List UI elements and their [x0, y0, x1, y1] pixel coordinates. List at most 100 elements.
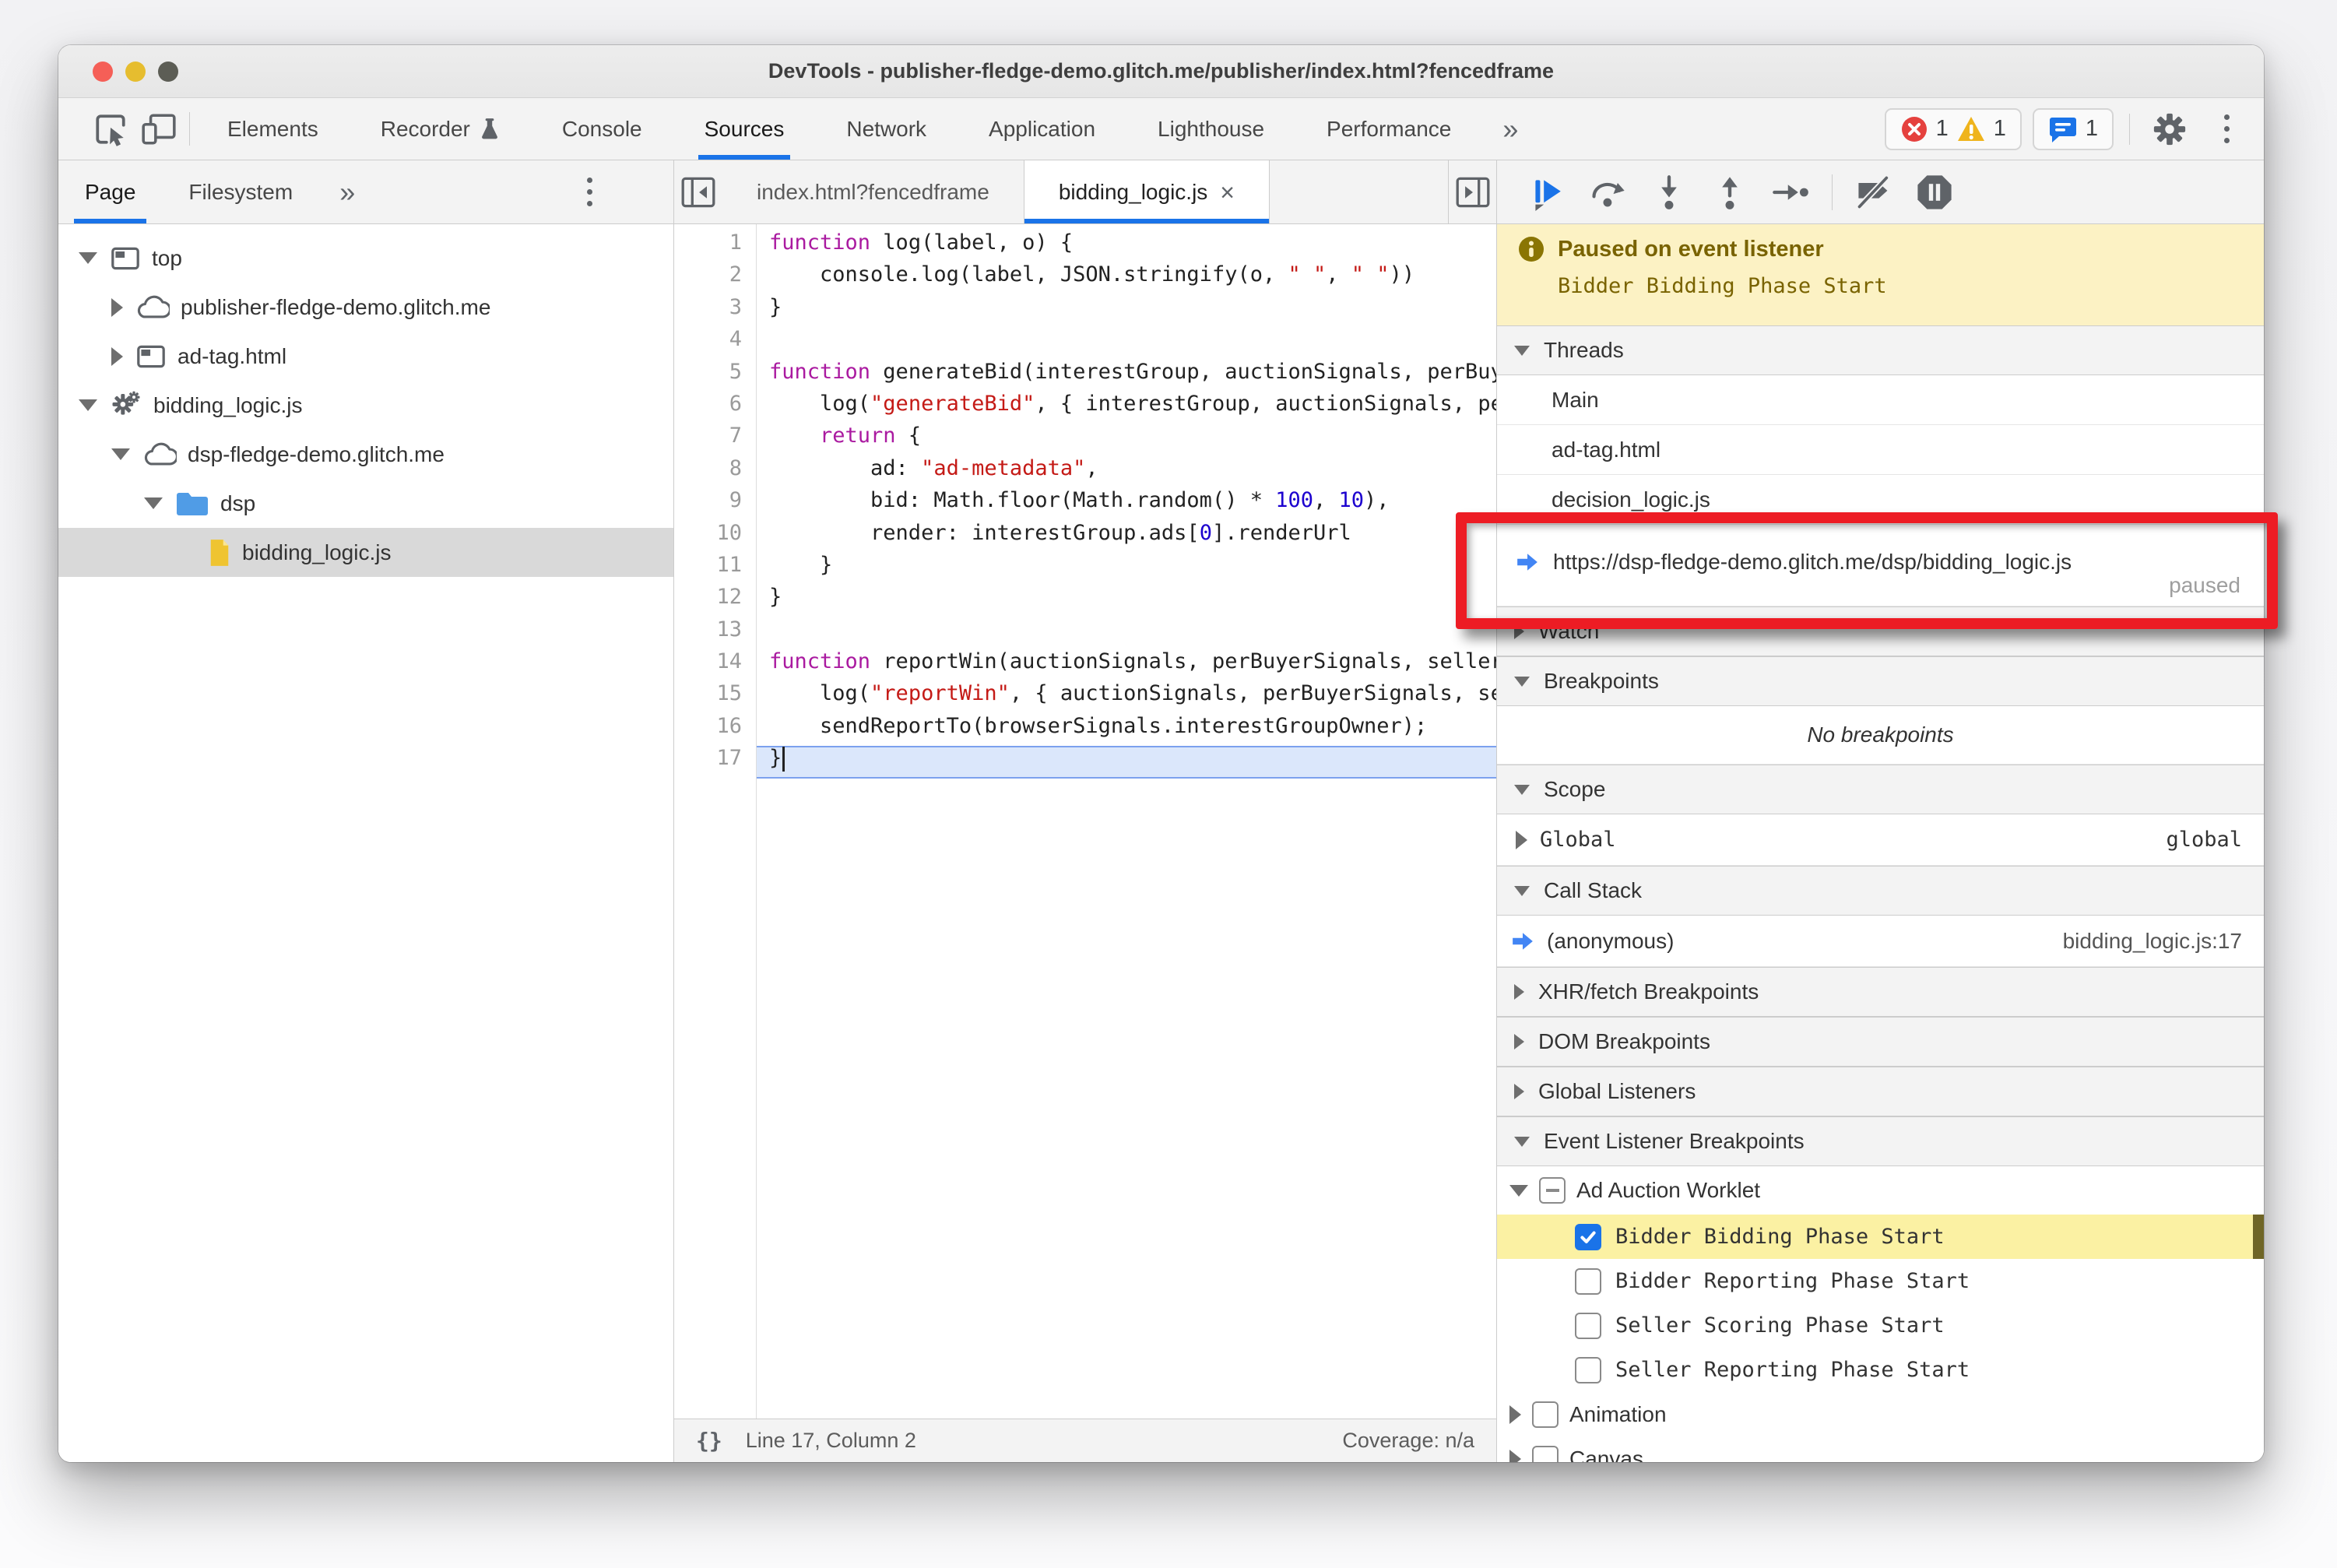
pretty-print-button[interactable]: {}: [696, 1428, 722, 1454]
checkbox-unchecked[interactable]: [1575, 1356, 1601, 1383]
code-line[interactable]: return {: [757, 424, 1496, 455]
tab-page[interactable]: Page: [58, 160, 162, 223]
code-line[interactable]: function log(label, o) {: [757, 230, 1496, 262]
zoom-window-button[interactable]: [158, 62, 178, 82]
tab-application[interactable]: Application: [958, 98, 1126, 160]
section-header-breakpoints[interactable]: Breakpoints: [1497, 656, 2264, 706]
section-header-call-stack[interactable]: Call Stack: [1497, 866, 2264, 916]
show-debugger-sidebar-button[interactable]: [1448, 160, 1496, 223]
chevron-down-icon[interactable]: [111, 448, 130, 460]
code-line[interactable]: }: [757, 295, 1496, 327]
deactivate-breakpoints-button[interactable]: [1845, 163, 1903, 221]
section-header-global-listeners[interactable]: Global Listeners: [1497, 1067, 2264, 1116]
section-header-dom-breakpoints[interactable]: DOM Breakpoints: [1497, 1017, 2264, 1067]
tree-item-ad-tag-html[interactable]: ad-tag.html: [58, 332, 673, 381]
section-header-watch[interactable]: Watch: [1497, 606, 2264, 656]
elb-item[interactable]: Seller Scoring Phase Start: [1497, 1303, 2264, 1348]
gear-icon: [2153, 113, 2186, 145]
tree-item-dsp-fledge-demo-glitch-me[interactable]: dsp-fledge-demo.glitch.me: [58, 430, 673, 479]
step-over-button[interactable]: [1580, 163, 1637, 221]
elb-item[interactable]: Bidder Bidding Phase Start: [1497, 1215, 2264, 1259]
code-line[interactable]: sendReportTo(browserSignals.interestGrou…: [757, 714, 1496, 746]
tree-item-bidding-logic-js[interactable]: bidding_logic.js: [58, 528, 673, 577]
chevron-down-icon[interactable]: [1509, 1184, 1528, 1197]
scope-global-row[interactable]: Global global: [1497, 814, 2264, 866]
chevron-down-icon[interactable]: [79, 252, 97, 264]
editor-tab-bidding-logic-js[interactable]: bidding_logic.js ×: [1023, 160, 1270, 223]
checkbox-unchecked[interactable]: [1532, 1401, 1559, 1428]
code-line[interactable]: log("reportWin", { auctionSignals, perBu…: [757, 681, 1496, 713]
tab-performance[interactable]: Performance: [1295, 98, 1482, 160]
elb-item[interactable]: Seller Reporting Phase Start: [1497, 1348, 2264, 1392]
resume-button[interactable]: [1519, 163, 1576, 221]
thread-item-paused[interactable]: https://dsp-fledge-demo.glitch.me/dsp/bi…: [1497, 525, 2264, 606]
elb-category-canvas[interactable]: Canvas: [1497, 1436, 2264, 1462]
tree-item-top[interactable]: top: [58, 234, 673, 283]
paused-execution-line[interactable]: }: [757, 746, 1496, 779]
code-line[interactable]: render: interestGroup.ads[0].renderUrl: [757, 521, 1496, 553]
settings-button[interactable]: [2145, 111, 2194, 147]
issues-badge[interactable]: 1 1: [1884, 107, 2022, 150]
elb-item[interactable]: Bidder Reporting Phase Start: [1497, 1259, 2264, 1303]
chevron-down-icon[interactable]: [144, 497, 163, 509]
checkbox-unchecked[interactable]: [1575, 1312, 1601, 1339]
editor-tab-index-html-fencedframe[interactable]: index.html?fencedframe: [722, 160, 1024, 223]
chevron-right-icon[interactable]: [1516, 830, 1527, 849]
code-line[interactable]: function generateBid(interestGroup, auct…: [757, 360, 1496, 392]
call-stack-frame[interactable]: (anonymous) bidding_logic.js:17: [1497, 916, 2264, 967]
tab-elements[interactable]: Elements: [196, 98, 350, 160]
tree-item-dsp[interactable]: dsp: [58, 479, 673, 528]
elb-group-ad-auction-worklet[interactable]: Ad Auction Worklet: [1497, 1166, 2264, 1215]
code-line[interactable]: [757, 327, 1496, 359]
tree-item-publisher-fledge-demo-glitch-me[interactable]: publisher-fledge-demo.glitch.me: [58, 283, 673, 332]
section-header-xhr-fetch-breakpoints[interactable]: XHR/fetch Breakpoints: [1497, 967, 2264, 1017]
more-navigator-tabs-button[interactable]: »: [319, 160, 375, 223]
code-line[interactable]: function reportWin(auctionSignals, perBu…: [757, 649, 1496, 681]
chevron-right-icon[interactable]: [1509, 1405, 1521, 1424]
tab-recorder[interactable]: Recorder: [350, 98, 531, 160]
chevron-right-icon[interactable]: [111, 346, 123, 366]
checkbox-indeterminate[interactable]: [1539, 1177, 1566, 1204]
thread-item[interactable]: Main: [1497, 375, 2264, 425]
checkbox-checked[interactable]: [1575, 1223, 1601, 1250]
section-header-event-listener-breakpoints[interactable]: Event Listener Breakpoints: [1497, 1116, 2264, 1166]
tab-sources[interactable]: Sources: [673, 98, 816, 160]
chevron-right-icon[interactable]: [111, 297, 123, 317]
code-line[interactable]: ad: "ad-metadata",: [757, 456, 1496, 488]
inspect-element-button[interactable]: [86, 98, 135, 160]
minimize-window-button[interactable]: [125, 62, 146, 82]
checkbox-unchecked[interactable]: [1575, 1267, 1601, 1295]
tab-network[interactable]: Network: [815, 98, 958, 160]
messages-badge[interactable]: 1: [2032, 107, 2114, 150]
code-line[interactable]: console.log(label, JSON.stringify(o, " "…: [757, 262, 1496, 294]
step-out-button[interactable]: [1701, 163, 1759, 221]
code-editor[interactable]: 1 2 3 4 5 6 7 8 9 10 11 12 13 14 15 16 17 function log(l…: [674, 224, 1496, 1419]
hide-navigator-button[interactable]: [674, 160, 722, 223]
thread-item[interactable]: decision_logic.js: [1497, 475, 2264, 525]
pause-on-exceptions-button[interactable]: [1906, 163, 1963, 221]
code-line[interactable]: bid: Math.floor(Math.random() * 100, 10)…: [757, 488, 1496, 520]
step-button[interactable]: [1762, 163, 1819, 221]
code-line[interactable]: log("generateBid", { interestGroup, auct…: [757, 392, 1496, 424]
elb-category-animation[interactable]: Animation: [1497, 1392, 2264, 1436]
tree-item-bidding-logic-js[interactable]: bidding_logic.js: [58, 381, 673, 430]
section-header-threads[interactable]: Threads: [1497, 325, 2264, 375]
code-line[interactable]: }: [757, 553, 1496, 585]
navigator-menu-button[interactable]: [568, 160, 611, 223]
section-header-scope[interactable]: Scope: [1497, 765, 2264, 814]
more-panels-button[interactable]: »: [1482, 98, 1538, 160]
tab-filesystem[interactable]: Filesystem: [162, 160, 319, 223]
device-toolbar-button[interactable]: [135, 98, 183, 160]
chevron-down-icon[interactable]: [79, 399, 97, 411]
main-menu-button[interactable]: [2205, 114, 2248, 143]
thread-item[interactable]: ad-tag.html: [1497, 425, 2264, 475]
code-line[interactable]: [757, 617, 1496, 649]
close-tab-icon[interactable]: ×: [1220, 180, 1235, 205]
tab-console[interactable]: Console: [531, 98, 673, 160]
close-window-button[interactable]: [93, 62, 113, 82]
chevron-right-icon[interactable]: [1509, 1449, 1521, 1462]
code-line[interactable]: }: [757, 585, 1496, 617]
checkbox-unchecked[interactable]: [1532, 1445, 1559, 1462]
step-into-button[interactable]: [1640, 163, 1698, 221]
tab-lighthouse[interactable]: Lighthouse: [1126, 98, 1295, 160]
